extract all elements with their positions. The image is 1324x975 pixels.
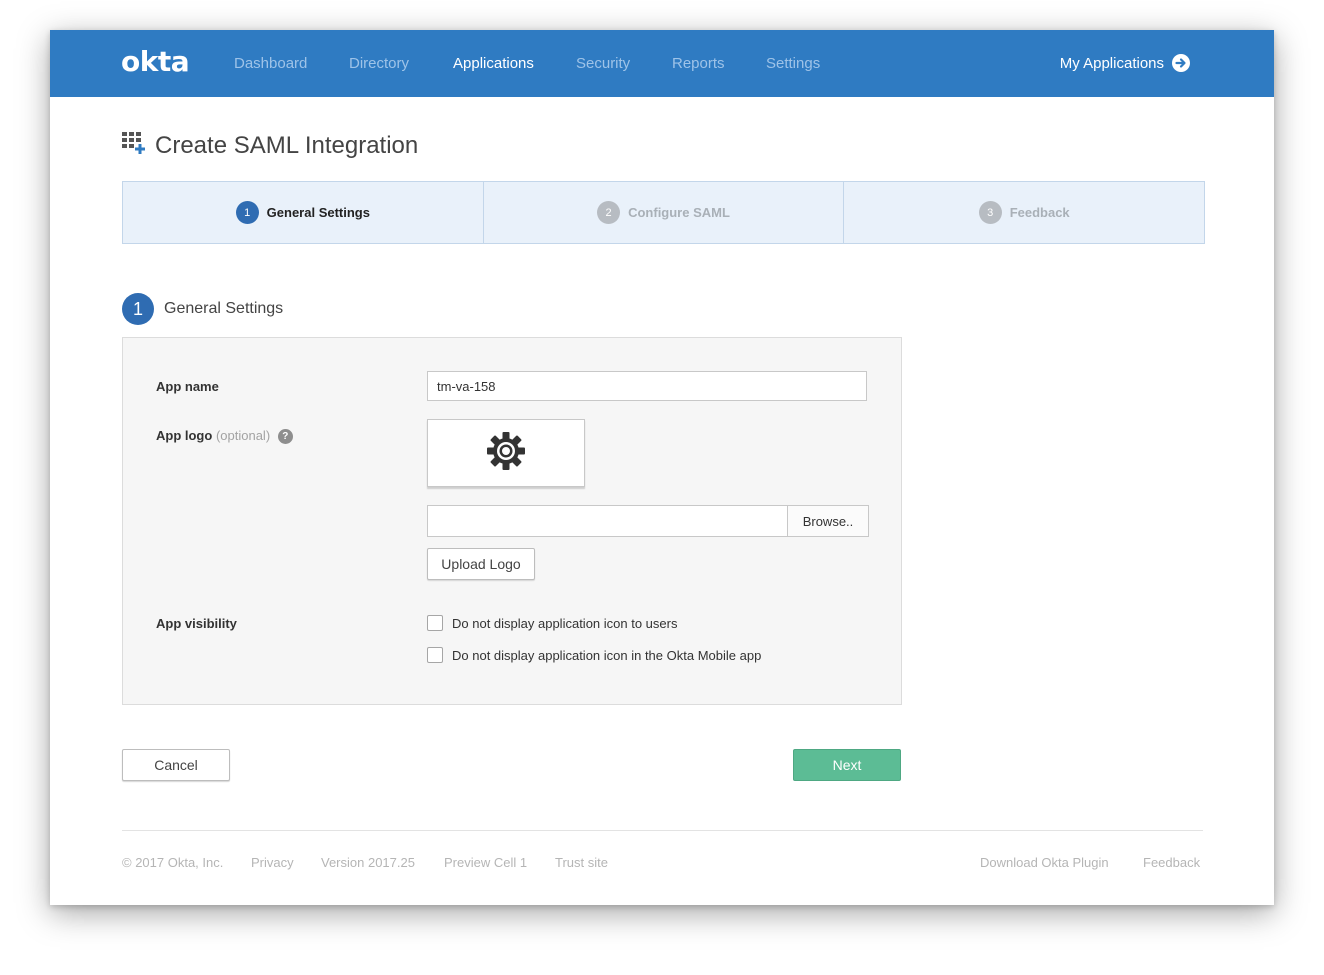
nav-dashboard[interactable]: Dashboard xyxy=(234,55,307,72)
hide-icon-users-label[interactable]: Do not display application icon to users xyxy=(452,616,677,631)
app-logo-label-row: App logo (optional) ? xyxy=(156,428,293,445)
wizard-step-general-settings[interactable]: 1 General Settings xyxy=(123,182,484,243)
footer-feedback-link[interactable]: Feedback xyxy=(1143,855,1200,870)
footer-privacy-link[interactable]: Privacy xyxy=(251,855,294,870)
footer-trust-link[interactable]: Trust site xyxy=(555,855,608,870)
nav-settings[interactable]: Settings xyxy=(766,55,820,72)
wizard-step-feedback[interactable]: 3 Feedback xyxy=(844,182,1204,243)
browse-button[interactable]: Browse.. xyxy=(787,505,869,537)
step-number: 1 xyxy=(235,201,259,224)
optional-hint: (optional) xyxy=(215,428,271,443)
grid-plus-icon xyxy=(121,130,147,161)
step-number: 3 xyxy=(978,201,1002,224)
my-applications-label: My Applications xyxy=(1059,54,1164,72)
gear-icon xyxy=(486,431,526,476)
general-settings-panel: App name App logo (optional) ? xyxy=(122,337,902,705)
logo-file-picker: Browse.. xyxy=(427,505,869,537)
app-name-input[interactable] xyxy=(427,371,867,401)
browser-window: okta Dashboard Directory Applications Se… xyxy=(50,30,1274,905)
section-header: 1 General Settings xyxy=(122,293,283,325)
arrow-right-circle-icon xyxy=(1172,54,1190,72)
page-header: Create SAML Integration xyxy=(121,130,418,161)
step-label: General Settings xyxy=(266,205,370,220)
hide-icon-mobile-option[interactable]: Do not display application icon in the O… xyxy=(427,647,761,663)
step-label: Configure SAML xyxy=(628,205,730,220)
wizard-steps: 1 General Settings 2 Configure SAML 3 Fe… xyxy=(122,181,1205,244)
footer-copyright: © 2017 Okta, Inc. xyxy=(122,855,224,870)
next-button[interactable]: Next xyxy=(793,749,901,781)
nav-directory[interactable]: Directory xyxy=(349,55,409,72)
footer-download-plugin-link[interactable]: Download Okta Plugin xyxy=(980,855,1109,870)
nav-reports[interactable]: Reports xyxy=(672,55,725,72)
step-number: 2 xyxy=(597,201,621,224)
top-nav: okta Dashboard Directory Applications Se… xyxy=(50,30,1274,97)
app-logo-label: App logo xyxy=(156,428,213,443)
okta-logo[interactable]: okta xyxy=(121,45,190,78)
nav-security[interactable]: Security xyxy=(576,55,630,72)
app-visibility-label: App visibility xyxy=(156,616,237,631)
section-title: General Settings xyxy=(164,300,284,317)
section-number: 1 xyxy=(122,293,154,325)
nav-applications[interactable]: Applications xyxy=(453,55,534,72)
wizard-step-configure-saml[interactable]: 2 Configure SAML xyxy=(484,182,845,243)
step-label: Feedback xyxy=(1009,205,1070,220)
cancel-button[interactable]: Cancel xyxy=(122,749,230,781)
app-logo-preview xyxy=(427,419,585,487)
logo-file-input[interactable] xyxy=(427,505,787,537)
help-icon[interactable]: ? xyxy=(277,429,293,445)
hide-icon-mobile-checkbox[interactable] xyxy=(427,647,443,663)
upload-logo-button[interactable]: Upload Logo xyxy=(427,548,535,580)
footer-version: Version 2017.25 xyxy=(321,855,415,870)
hide-icon-users-option[interactable]: Do not display application icon to users xyxy=(427,615,677,631)
hide-icon-users-checkbox[interactable] xyxy=(427,615,443,631)
footer-preview-cell: Preview Cell 1 xyxy=(444,855,528,870)
app-name-label: App name xyxy=(156,379,219,394)
hide-icon-mobile-label[interactable]: Do not display application icon in the O… xyxy=(452,648,761,663)
footer-divider xyxy=(122,830,1203,831)
page-title: Create SAML Integration xyxy=(155,131,419,159)
my-applications-link[interactable]: My Applications xyxy=(1060,54,1190,72)
